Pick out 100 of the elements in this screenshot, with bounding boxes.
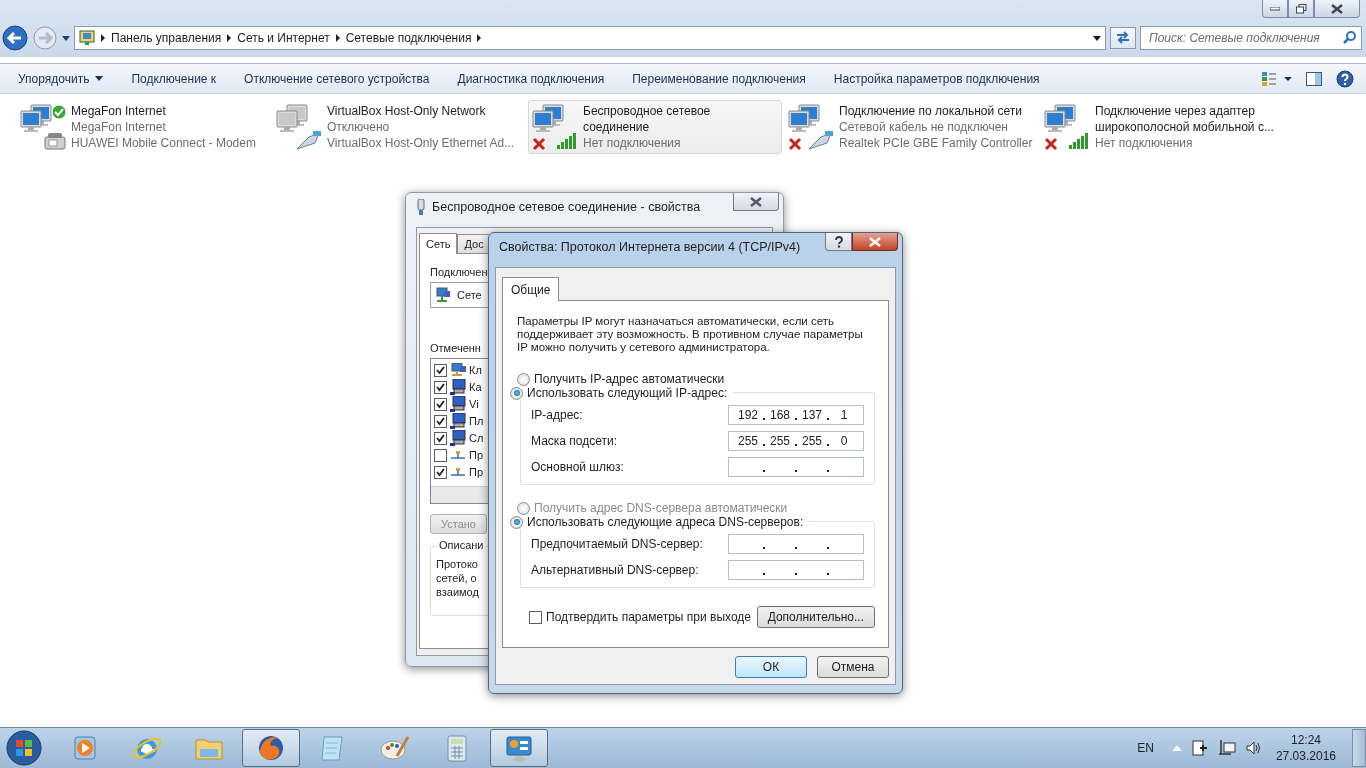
ip-address-field[interactable] (728, 559, 864, 580)
checkbox[interactable] (434, 431, 447, 445)
connection-name: Подключение по локальной сети (839, 103, 1023, 119)
ip-address-field[interactable]: 192 168 137 1 (728, 404, 864, 425)
group-title: Описани (437, 539, 486, 551)
radio-button[interactable]: Использовать следующие адреса DNS-серверов: (510, 515, 810, 529)
control-panel-icon (79, 30, 95, 46)
connection-status: Отключено (327, 119, 391, 135)
component-name: Пр (469, 466, 484, 478)
adapter-name: Сете (457, 289, 482, 301)
adapter-name: VirtualBox Host-Only Ethernet Ad... (327, 135, 516, 151)
toolbar-button[interactable]: Диагностика подключения (447, 67, 615, 90)
dialog-title: Беспроводное сетевое соединение - свойства (432, 200, 701, 214)
connection-name: Беспроводное сетевое соединение (583, 103, 712, 135)
component-name: Пр (469, 449, 484, 461)
help-button[interactable] (825, 233, 852, 251)
restore-button[interactable] (1288, 0, 1314, 18)
checkbox[interactable] (434, 380, 447, 394)
advanced-button[interactable]: Дополнительно... (756, 606, 875, 628)
refresh-button[interactable] (1110, 27, 1136, 49)
address-bar[interactable]: Панель управления Сеть и Интернет Сетевые подключения (74, 26, 1106, 50)
taskbar-app-button[interactable] (242, 729, 300, 767)
question-mark-icon (833, 235, 844, 248)
close-button[interactable] (1314, 0, 1360, 18)
clock[interactable]: 12:24 27.03.2016 (1275, 732, 1336, 764)
back-button[interactable] (2, 25, 28, 51)
language-indicator[interactable]: EN (1137, 741, 1154, 755)
dialog-title: Свойства: Протокол Интернета версии 4 (TCP/IPv4) (499, 240, 801, 254)
preview-pane-icon[interactable] (1306, 71, 1322, 86)
start-orb-icon (5, 729, 43, 767)
minimize-icon (1270, 6, 1280, 11)
dropdown-caret-icon[interactable] (1093, 35, 1101, 41)
connection-name: Подключение через адаптер широкополосной мобильной с... (1095, 103, 1275, 135)
checkbox[interactable] (434, 448, 447, 462)
close-icon (1331, 3, 1343, 14)
radio-button[interactable]: Получить IP-адрес автоматически (517, 372, 725, 386)
connection-item[interactable]: Беспроводное сетевое соединение Нет подключения (528, 100, 782, 154)
tab[interactable]: Сеть (419, 233, 458, 254)
search-field[interactable]: Поиск: Сетевые подключения (1140, 26, 1362, 50)
ip-address-field[interactable]: 255 255 255 0 (728, 430, 864, 451)
adapter-name: Realtek PCIe GBE Family Controller (839, 135, 1033, 151)
tab[interactable]: Общие (502, 277, 560, 301)
close-icon (750, 196, 762, 207)
breadcrumb-item[interactable]: Панель управления (111, 31, 222, 45)
validate-checkbox[interactable]: Подтвердить параметры при выходе (529, 610, 751, 624)
close-button[interactable] (852, 233, 898, 251)
ok-button[interactable]: ОК (735, 656, 807, 678)
dropdown-caret-icon[interactable] (62, 35, 70, 41)
caret-icon (95, 76, 104, 81)
time-text: 12:24 (1290, 732, 1321, 748)
tab[interactable]: Дос (457, 234, 491, 253)
taskbar-app-button[interactable] (490, 729, 548, 767)
network-protocol-icon (450, 467, 466, 477)
connection-status: Сетевой кабель не подключен (839, 119, 1009, 135)
close-icon (869, 236, 881, 247)
view-options-icon[interactable] (1262, 71, 1292, 86)
checkbox[interactable] (434, 363, 447, 377)
cancel-button[interactable]: Отмена (817, 656, 889, 678)
connection-status: Нет подключения (583, 135, 682, 151)
network-icon[interactable] (1217, 740, 1236, 756)
toolbar-button[interactable]: Отключение сетевого устройства (234, 67, 440, 90)
refresh-arrows-icon (1115, 29, 1131, 44)
search-icon[interactable] (1343, 31, 1356, 44)
computer-icon (450, 430, 466, 446)
checkbox[interactable] (434, 465, 447, 479)
close-button[interactable] (733, 193, 779, 211)
field-label: Подключен (430, 266, 488, 278)
connection-status: MegaFon Internet (71, 119, 167, 135)
network-client-icon (435, 287, 451, 303)
computer-icon (450, 379, 466, 395)
connection-item[interactable]: Подключение через адаптер широкополосной мобильной с... Нет подключения (1040, 100, 1294, 154)
description-text: Протоко сетей, о взаимод (436, 557, 479, 599)
check-icon (436, 467, 445, 477)
volume-icon[interactable] (1245, 740, 1262, 756)
ip-address-field[interactable] (728, 456, 864, 477)
network-client-icon (450, 363, 466, 377)
toolbar-button[interactable]: Переименование подключения (622, 67, 816, 90)
computer-icon (450, 396, 466, 412)
component-name: Сл (469, 432, 484, 444)
connection-item[interactable]: MegaFon Internet MegaFon Internet HUAWEI Mobile Connect - Modem (16, 100, 270, 154)
radio-button[interactable]: Использовать следующий IP-адрес: (510, 386, 734, 400)
field-label: Предпочитаемый DNS-сервер: (531, 536, 703, 551)
breadcrumb-item[interactable]: Сетевые подключения (345, 31, 472, 45)
toolbar-button[interactable]: Настройка параметров подключения (823, 67, 1050, 90)
power-plug-icon[interactable] (1191, 740, 1208, 756)
ip-address-field[interactable] (728, 533, 864, 554)
network-protocol-icon (450, 450, 466, 460)
checkbox[interactable] (434, 414, 447, 428)
organize-menu-button[interactable]: Упорядочить (8, 67, 114, 90)
component-name: Vi (469, 398, 479, 410)
field-label: IP-адрес: (531, 407, 583, 422)
connection-item[interactable]: Подключение по локальной сети Сетевой кабель не подключен Realtek PCIe GBE Family Controller (784, 100, 1038, 154)
checkbox[interactable] (434, 397, 447, 411)
field-label: Основной шлюз: (531, 459, 624, 474)
breadcrumb-item[interactable]: Сеть и Интернет (237, 31, 330, 45)
intro-text: Параметры IP могут назначаться автоматически, если сеть поддерживает эту возможность. В противном случае параметры IP можно получить у сетевого администратора. (517, 315, 864, 354)
connection-name: VirtualBox Host-Only Network (327, 103, 487, 119)
help-icon[interactable] (1336, 69, 1354, 88)
toolbar-button[interactable]: Подключение к (121, 67, 227, 90)
network-adapter-icon (416, 199, 426, 215)
